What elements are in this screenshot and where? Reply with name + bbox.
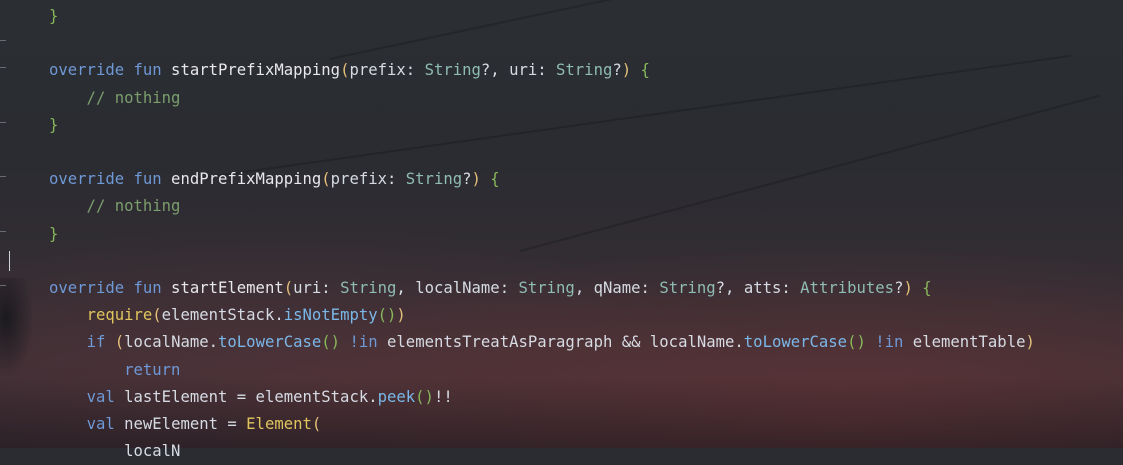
code-token: override xyxy=(49,279,125,297)
code-token: String xyxy=(424,61,481,80)
code-line[interactable]: // nothing xyxy=(49,193,181,220)
code-line[interactable]: override fun startPrefixMapping(prefix: … xyxy=(49,57,650,84)
code-token: ? xyxy=(462,170,472,189)
code-token: String xyxy=(518,279,575,297)
code-token: ?, uri: xyxy=(480,61,557,80)
code-token: !in xyxy=(349,333,378,352)
code-token: , localName: xyxy=(396,279,519,297)
code-token: ) xyxy=(396,306,406,325)
code-token: () xyxy=(377,306,397,325)
code-token: ( xyxy=(114,333,125,352)
code-token: } xyxy=(49,224,59,243)
code-token: ) xyxy=(903,279,913,297)
code-token: lastElement = elementStack. xyxy=(114,387,378,406)
code-token: val xyxy=(86,415,115,433)
text-caret xyxy=(9,251,10,271)
code-token: ( xyxy=(311,415,322,433)
code-token: ( xyxy=(152,306,162,325)
code-line[interactable]: } xyxy=(49,112,58,139)
code-token: ) xyxy=(471,170,481,189)
code-token: { xyxy=(490,170,500,189)
code-line[interactable]: val lastElement = elementStack.peek()!! xyxy=(49,384,453,411)
code-token: fun xyxy=(133,279,162,297)
code-token: require xyxy=(86,306,153,325)
code-token: , qName: xyxy=(574,279,660,297)
code-token: // nothing xyxy=(49,88,181,107)
code-token: String xyxy=(556,61,613,80)
code-token: override xyxy=(49,170,125,189)
code-token: override xyxy=(49,61,125,80)
code-token: String xyxy=(405,170,463,189)
code-token: startPrefixMapping xyxy=(161,61,341,80)
code-token: endPrefixMapping xyxy=(161,170,322,189)
code-token: return xyxy=(124,360,181,379)
code-token: ) xyxy=(1025,333,1035,352)
code-token: () xyxy=(847,333,866,352)
code-line[interactable]: return xyxy=(49,357,180,384)
code-token: ?, atts: xyxy=(715,279,801,297)
code-token: elementStack. xyxy=(161,306,284,325)
code-token: localName. xyxy=(124,333,219,352)
code-token: String xyxy=(659,279,716,297)
code-token: } xyxy=(49,115,59,134)
code-token: !! xyxy=(433,387,453,406)
code-token: if xyxy=(86,333,106,352)
code-token: ) xyxy=(621,61,632,80)
code-token: toLowerCase xyxy=(743,333,848,352)
code-token: fun xyxy=(133,170,162,189)
code-token: peek xyxy=(377,387,416,406)
code-token: isNotEmpty xyxy=(283,306,378,325)
code-line[interactable]: } xyxy=(49,221,58,248)
code-token: fun xyxy=(133,61,162,80)
code-editor[interactable]: } override fun startPrefixMapping(prefix:… xyxy=(0,0,1123,460)
code-token: startElement xyxy=(161,279,284,297)
code-token: } xyxy=(49,7,59,25)
code-token: ( xyxy=(321,170,331,189)
code-token: toLowerCase xyxy=(218,333,322,352)
code-token: { xyxy=(640,61,650,80)
code-line[interactable]: if (localName.toLowerCase() !in elements… xyxy=(49,329,1035,356)
code-token: // nothing xyxy=(49,197,181,216)
code-token: String xyxy=(340,279,397,297)
code-line[interactable]: override fun startElement(uri: String, l… xyxy=(49,275,932,302)
code-token: newElement = xyxy=(114,415,247,433)
code-line[interactable]: // nothing xyxy=(49,85,181,112)
code-token: ( xyxy=(283,279,294,297)
code-token: Attributes xyxy=(800,279,895,297)
code-token: () xyxy=(415,387,434,406)
code-token: elementTable xyxy=(903,333,1026,352)
code-line[interactable]: localN xyxy=(49,438,180,465)
code-line[interactable]: } xyxy=(49,3,58,30)
code-token: localN xyxy=(49,442,181,461)
code-token: prefix: xyxy=(330,170,406,189)
code-token: Element xyxy=(246,415,312,433)
code-token: () xyxy=(321,333,341,352)
code-token: prefix: xyxy=(349,61,425,80)
code-token: uri: xyxy=(293,279,341,297)
code-line[interactable]: override fun endPrefixMapping(prefix: St… xyxy=(49,166,500,193)
code-token: !in xyxy=(875,333,904,352)
code-line[interactable]: val newElement = Element( xyxy=(49,411,322,438)
code-line[interactable]: require(elementStack.isNotEmpty()) xyxy=(49,302,406,329)
code-token: val xyxy=(86,387,115,406)
code-token: { xyxy=(922,279,932,297)
code-token: ? xyxy=(612,61,622,80)
code-token: elementsTreatAsParagraph && localName. xyxy=(377,333,744,352)
